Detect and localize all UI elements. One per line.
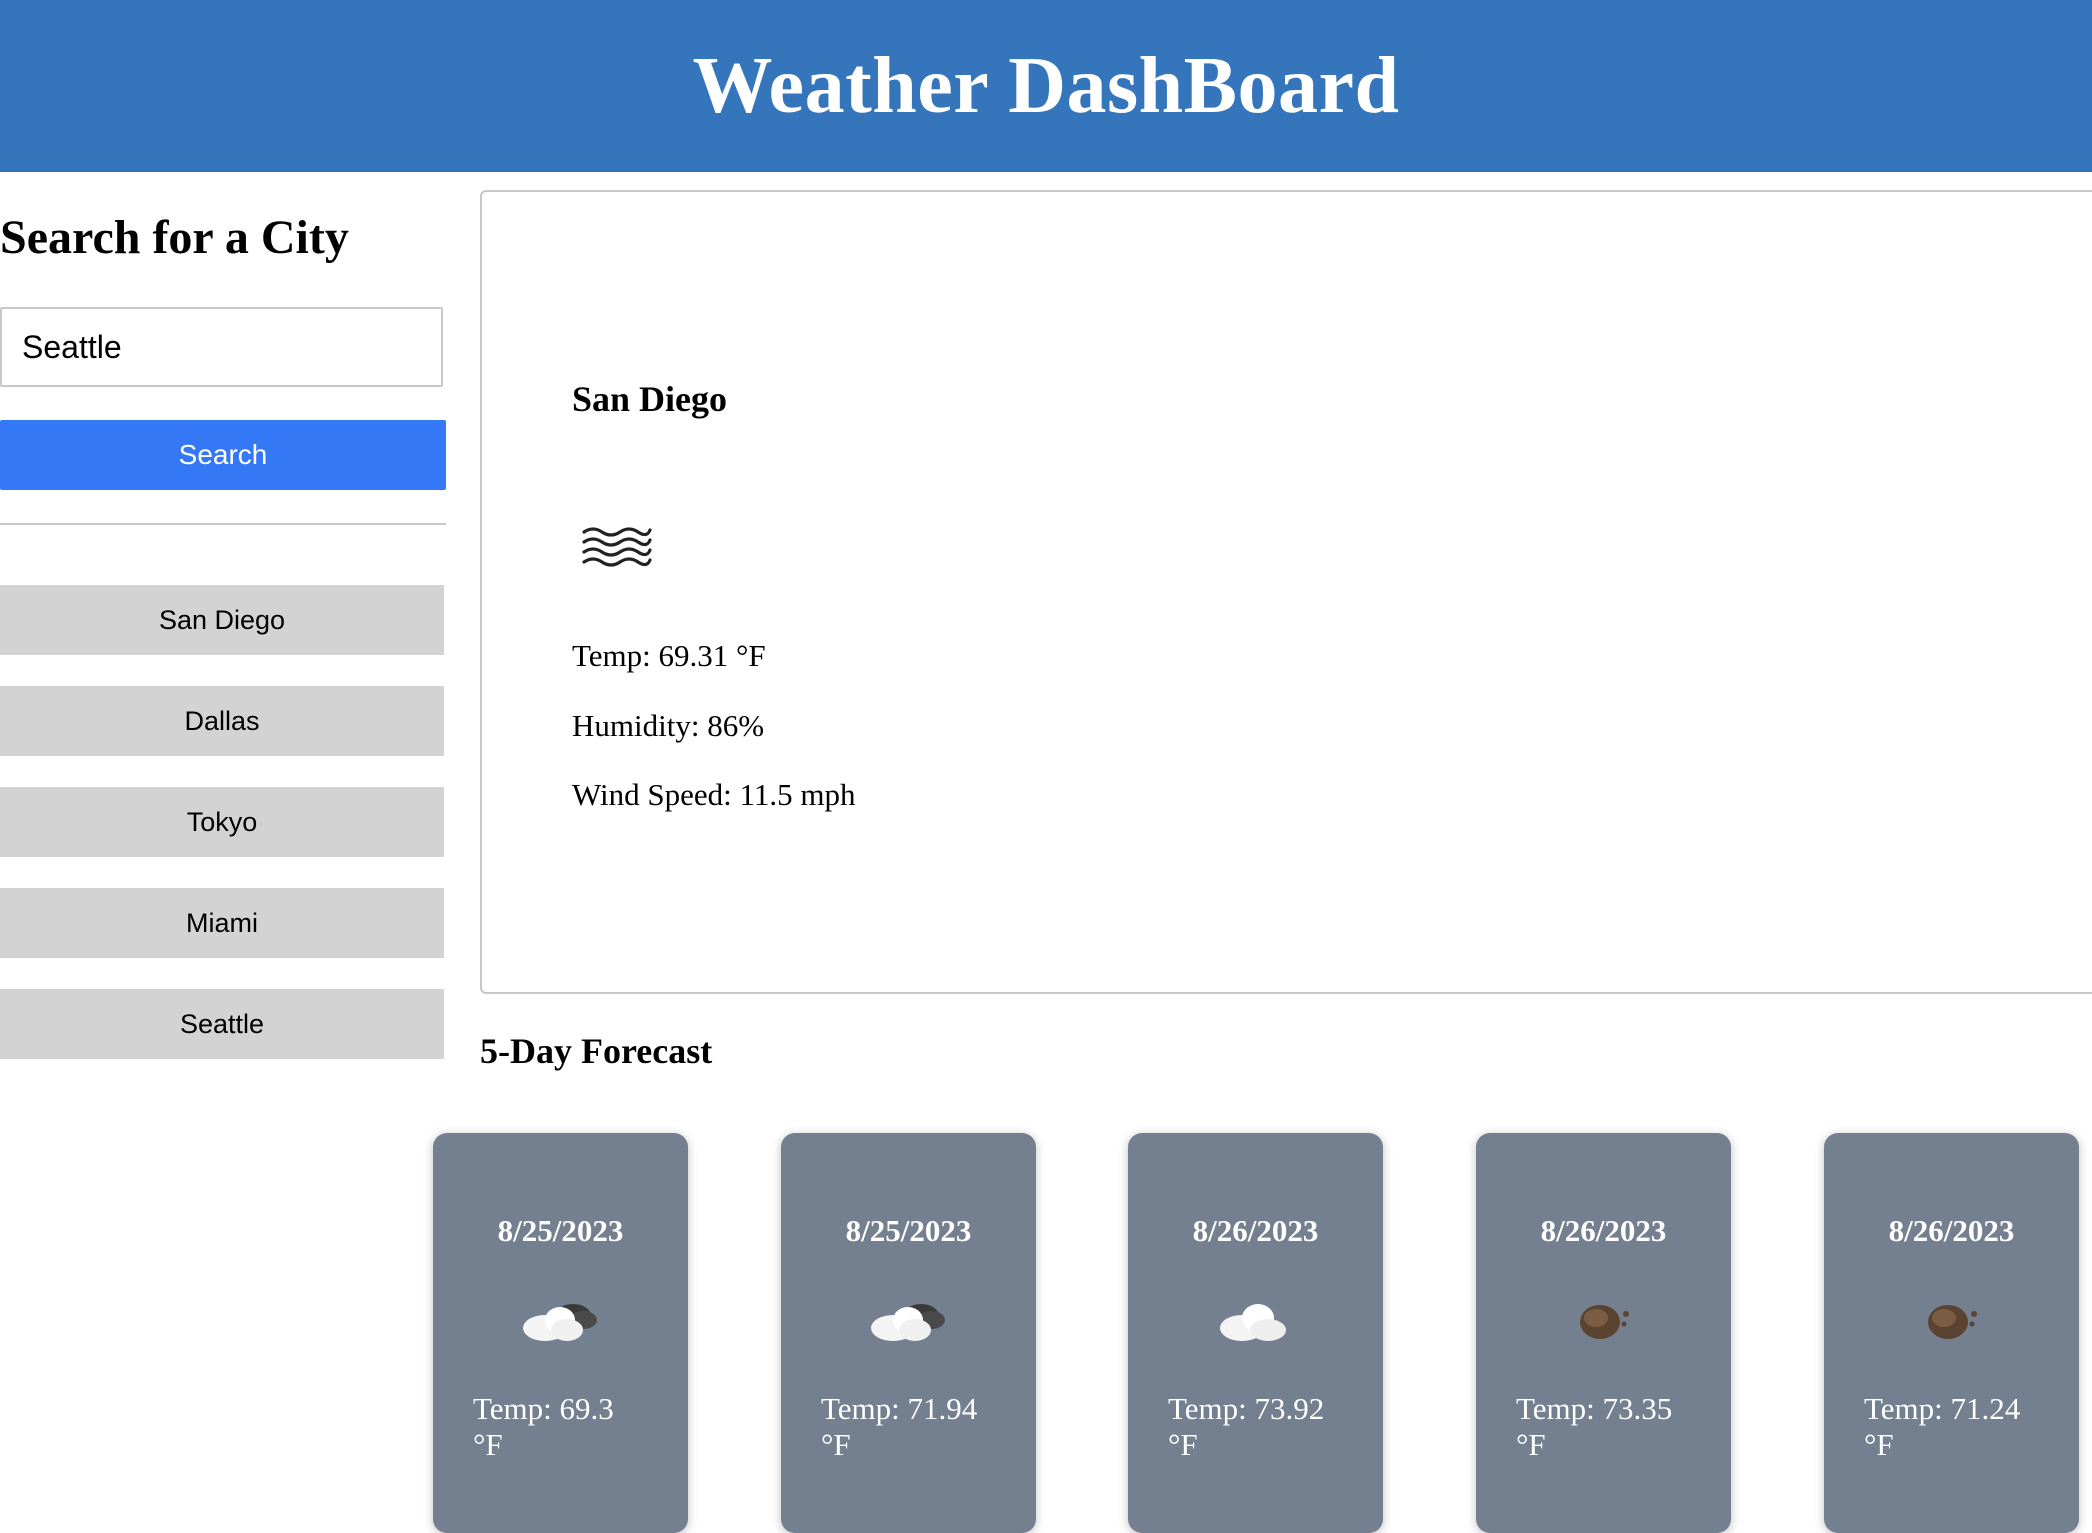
current-temp: Temp: 69.31 °F xyxy=(572,638,766,673)
app-header: Weather DashBoard xyxy=(0,0,2092,172)
forecast-temp: Temp: 71.94 °F xyxy=(821,1391,1021,1463)
history-button-seattle[interactable]: Seattle xyxy=(0,989,444,1059)
forecast-temp-unit: °F xyxy=(821,1427,851,1462)
history-button-miami[interactable]: Miami xyxy=(0,888,444,958)
cloud-icon xyxy=(1220,1304,1286,1341)
forecast-date: 8/26/2023 xyxy=(1888,1213,2015,1248)
current-city-name: San Diego xyxy=(572,379,728,419)
forecast-card: 8/25/2023 Temp: 69.3 °F xyxy=(433,1133,688,1533)
history-button-tokyo[interactable]: Tokyo xyxy=(0,787,444,857)
forecast-temp-unit: °F xyxy=(1168,1427,1198,1462)
search-heading: Search for a City xyxy=(0,211,349,264)
forecast-date: 8/26/2023 xyxy=(1540,1213,1667,1248)
history-button-san-diego[interactable]: San Diego xyxy=(0,585,444,655)
forecast-temp: Temp: 73.92 °F xyxy=(1168,1391,1368,1463)
forecast-title: 5-Day Forecast xyxy=(480,1031,713,1071)
forecast-temp-unit: °F xyxy=(1864,1427,1894,1462)
forecast-date: 8/26/2023 xyxy=(1192,1213,1319,1248)
forecast-temp-value: Temp: 73.92 xyxy=(1168,1391,1325,1426)
forecast-temp-value: Temp: 71.24 xyxy=(1864,1391,2021,1426)
broken-clouds-icon xyxy=(1928,1305,1977,1339)
forecast-card: 8/26/2023 Temp: 73.35 °F xyxy=(1476,1133,1731,1533)
forecast-card: 8/26/2023 Temp: 71.24 °F xyxy=(1824,1133,2079,1533)
partly-cloudy-icon xyxy=(523,1304,597,1341)
forecast-date: 8/25/2023 xyxy=(497,1213,624,1248)
current-wind-speed: Wind Speed: 11.5 mph xyxy=(572,777,856,812)
forecast-temp-value: Temp: 71.94 xyxy=(821,1391,978,1426)
city-search-input[interactable] xyxy=(0,307,443,387)
current-weather-card: San Diego Temp: 69.31 °F Humidity: 86% W… xyxy=(480,190,2092,994)
forecast-temp: Temp: 69.3 °F xyxy=(473,1391,673,1463)
current-humidity: Humidity: 86% xyxy=(572,708,765,743)
sidebar-divider xyxy=(0,523,446,525)
search-button[interactable]: Search xyxy=(0,420,446,490)
broken-clouds-icon xyxy=(1580,1305,1629,1339)
forecast-card: 8/26/2023 Temp: 73.92 °F xyxy=(1128,1133,1383,1533)
forecast-temp-unit: °F xyxy=(1516,1427,1546,1462)
forecast-temp: Temp: 73.35 °F xyxy=(1516,1391,1716,1463)
mist-icon xyxy=(582,527,652,567)
forecast-temp-value: Temp: 73.35 xyxy=(1516,1391,1673,1426)
forecast-temp: Temp: 71.24 °F xyxy=(1864,1391,2064,1463)
forecast-card: 8/25/2023 Temp: 71.94 °F xyxy=(781,1133,1036,1533)
partly-cloudy-icon xyxy=(871,1304,945,1341)
forecast-date: 8/25/2023 xyxy=(845,1213,972,1248)
page-title: Weather DashBoard xyxy=(692,41,1400,130)
history-button-dallas[interactable]: Dallas xyxy=(0,686,444,756)
forecast-temp-unit: °F xyxy=(473,1427,503,1462)
forecast-temp-value: Temp: 69.3 xyxy=(473,1391,614,1426)
